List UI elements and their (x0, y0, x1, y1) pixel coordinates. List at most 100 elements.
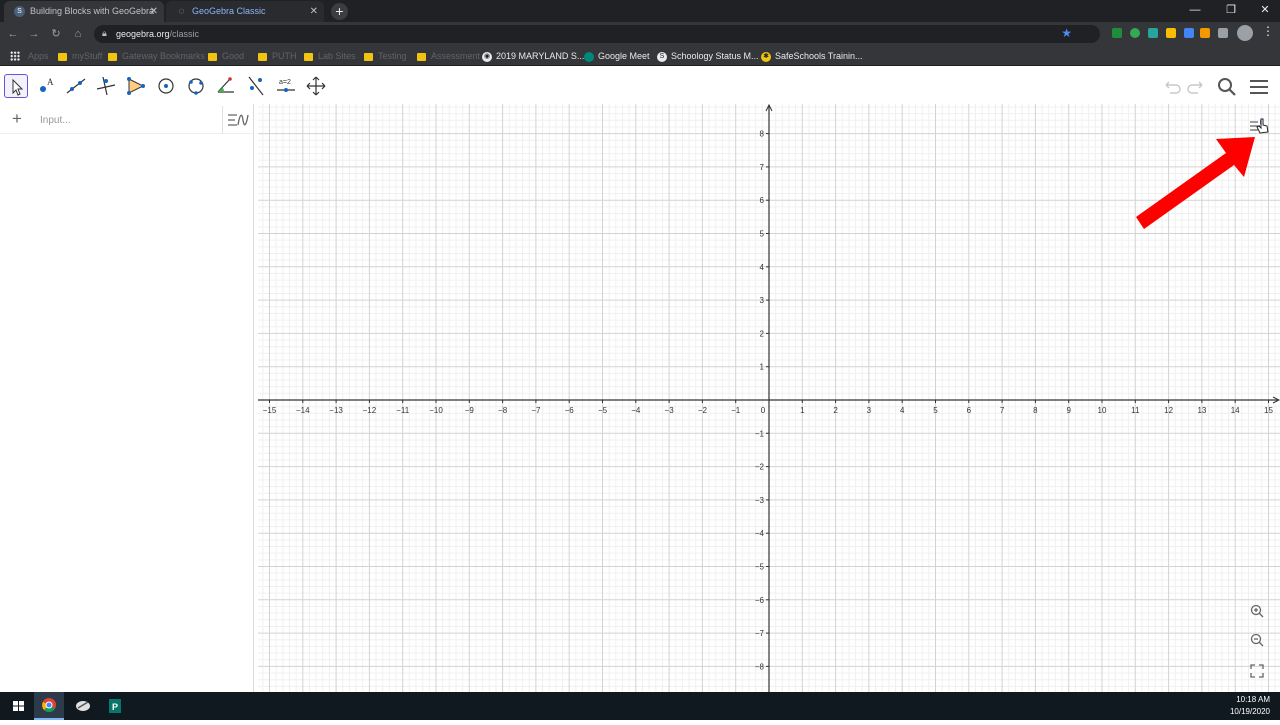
geogebra-icon: ◌ (178, 6, 185, 17)
bookmark-folder[interactable]: Testing (364, 46, 407, 66)
y-tick-label: 2 (760, 329, 765, 338)
polygon-tool-button[interactable] (124, 74, 148, 98)
bookmark-folder[interactable]: Gateway Bookmarks (108, 46, 205, 66)
folder-icon (304, 52, 313, 61)
globe-icon: ◉ (482, 51, 492, 62)
move-graphics-view-tool-button[interactable] (304, 74, 328, 98)
home-icon[interactable]: ⌂ (69, 25, 87, 43)
geogebra-toolbar: A a=2 (0, 66, 1280, 104)
bookmark-item[interactable]: Apps (28, 46, 49, 66)
algebra-input[interactable] (40, 110, 218, 130)
x-tick-label: −11 (396, 406, 410, 415)
extension-sheets-icon[interactable] (1112, 28, 1122, 38)
red-arrow-annotation (1136, 137, 1255, 229)
x-tick-label: −13 (329, 406, 343, 415)
y-tick-label: −7 (755, 629, 765, 638)
bookmark-maryland[interactable]: ◉ 2019 MARYLAND S... (482, 46, 584, 66)
slider-tool-button[interactable]: a=2 (274, 74, 298, 98)
redo-icon[interactable] (1186, 76, 1208, 98)
schoology-icon: S (657, 51, 667, 62)
y-tick-label: 1 (760, 363, 765, 372)
app-taskbar-icon[interactable] (68, 692, 98, 720)
extension-teal-icon[interactable] (1148, 28, 1158, 38)
reflect-tool-button[interactable] (244, 74, 268, 98)
taskbar-clock[interactable]: 10:18 AM 10/19/2020 (1230, 694, 1270, 718)
bookmark-star-icon[interactable]: ★ (1061, 26, 1072, 40)
bookmarks-bar: Apps myStuff Gateway Bookmarks Good PUTH… (0, 46, 1280, 66)
coordinate-plane[interactable]: −15 −14 −13 −12 −11 −10 −9 −8 −7 −6 −5 −4 −3 −2 −1 0 1 2 3… (258, 104, 1280, 692)
zoom-in-icon[interactable] (1248, 602, 1266, 620)
geogebra-app: A a=2 + Input... −15 −14 −13 −12 −11 −10… (0, 66, 1280, 692)
restore-window-icon[interactable]: ❐ (1214, 0, 1248, 22)
perpendicular-line-tool-button[interactable] (94, 74, 118, 98)
google-meet-icon (584, 51, 594, 62)
point-tool-button[interactable]: A (34, 74, 58, 98)
close-window-icon[interactable]: ✕ (1248, 0, 1280, 22)
bookmark-schoology-status[interactable]: S Schoology Status M... (657, 46, 759, 66)
x-tick-label: 15 (1264, 406, 1273, 415)
graphics-view[interactable]: −15 −14 −13 −12 −11 −10 −9 −8 −7 −6 −5 −4 −3 −2 −1 0 1 2 3… (258, 104, 1280, 692)
svg-text:P: P (112, 702, 118, 712)
windows-start-icon[interactable] (4, 692, 34, 720)
extensions-puzzle-icon[interactable] (1218, 28, 1228, 38)
x-tick-label: −2 (698, 406, 708, 415)
algebra-view: + (0, 104, 254, 692)
x-tick-label: 10 (1098, 406, 1107, 415)
bookmark-folder[interactable]: Assessment (417, 46, 480, 66)
divider (222, 106, 223, 134)
hand-cursor-icon (1256, 118, 1269, 134)
bookmark-folder[interactable]: Lab Sites (304, 46, 356, 66)
bookmark-folder[interactable]: PUTH (258, 46, 297, 66)
x-tick-label: 13 (1197, 406, 1206, 415)
circle-three-points-tool-button[interactable] (184, 74, 208, 98)
fullscreen-icon[interactable] (1248, 662, 1266, 680)
circle-center-point-tool-button[interactable] (154, 74, 178, 98)
undo-icon[interactable] (1160, 76, 1182, 98)
browser-tab-building-blocks[interactable]: S Building Blocks with GeoGebra ✕ (4, 1, 164, 22)
browser-tab-geogebra-classic[interactable]: ◌ GeoGebra Classic ✕ (166, 1, 324, 22)
extension-blue-icon[interactable] (1184, 28, 1194, 38)
y-tick-label: 3 (760, 296, 765, 305)
folder-icon (258, 52, 267, 61)
x-tick-label: 11 (1131, 406, 1140, 415)
bookmark-google-meet[interactable]: Google Meet (584, 46, 650, 66)
omnibox[interactable]: 🔒︎ geogebra.org/classic ★ (94, 25, 1100, 43)
close-tab-icon[interactable]: ✕ (150, 1, 158, 22)
back-icon[interactable]: ← (4, 25, 22, 43)
reload-icon[interactable]: ↻ (47, 25, 65, 43)
y-tick-label: −3 (755, 496, 765, 505)
profile-avatar[interactable] (1237, 25, 1253, 41)
publisher-taskbar-icon[interactable]: P (100, 692, 130, 720)
bookmark-folder[interactable]: myStuff (58, 46, 102, 66)
chrome-taskbar-icon[interactable] (34, 692, 64, 720)
x-tick-label: 3 (867, 406, 872, 415)
x-tick-label: −3 (665, 406, 675, 415)
line-tool-button[interactable] (64, 74, 88, 98)
extension-shield-icon[interactable] (1200, 28, 1210, 38)
perpendicular-line-icon (96, 76, 116, 96)
y-tick-label: −6 (755, 596, 765, 605)
move-tool-button[interactable] (4, 74, 28, 98)
angle-tool-button[interactable] (214, 74, 238, 98)
zoom-out-icon[interactable] (1248, 631, 1266, 649)
x-tick-label: 1 (800, 406, 805, 415)
extension-drive-icon[interactable] (1166, 28, 1176, 38)
apps-grid-icon[interactable] (10, 51, 20, 61)
bookmark-safeschools[interactable]: ✱ SafeSchools Trainin... (761, 46, 863, 66)
x-tick-label: 4 (900, 406, 905, 415)
forward-icon[interactable]: → (25, 25, 43, 43)
extension-check-icon[interactable] (1130, 28, 1140, 38)
x-tick-label: 5 (933, 406, 938, 415)
clock-date: 10/19/2020 (1229, 707, 1270, 716)
x-tick-label: 7 (1000, 406, 1005, 415)
close-tab-icon[interactable]: ✕ (310, 1, 318, 22)
main-menu-icon[interactable] (1248, 76, 1270, 98)
new-tab-button[interactable]: + (331, 3, 348, 20)
search-icon[interactable] (1216, 76, 1238, 98)
algebra-style-toggle-icon[interactable] (226, 110, 250, 130)
bookmark-folder[interactable]: Good (208, 46, 244, 66)
browser-menu-icon[interactable]: ⋮ (1262, 24, 1274, 38)
minimize-window-icon[interactable]: — (1178, 0, 1212, 22)
x-tick-label: −12 (363, 406, 377, 415)
add-icon[interactable]: + (12, 109, 22, 129)
